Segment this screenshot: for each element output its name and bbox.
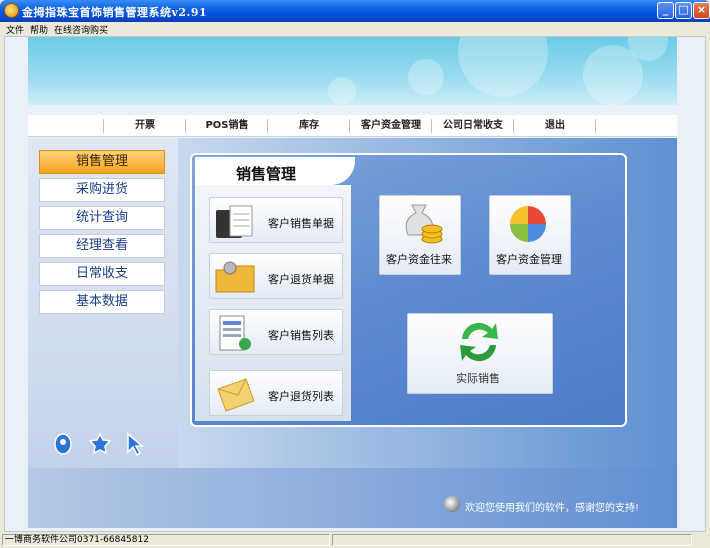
envelope-icon xyxy=(217,378,255,412)
maximize-button[interactable]: □ xyxy=(675,2,692,19)
menu-online-purchase[interactable]: 在线咨询购买 xyxy=(54,23,108,36)
card-customer-funds-transactions[interactable]: 客户资金往来 xyxy=(379,195,461,275)
card-label: 客户销售列表 xyxy=(268,329,334,342)
card-label: 客户退货单据 xyxy=(268,273,334,286)
spreadsheet-icon xyxy=(219,315,251,351)
card-label: 实际销售 xyxy=(456,372,500,385)
globe-icon xyxy=(444,496,460,512)
sidebar-item-statistics[interactable]: 统计查询 xyxy=(39,206,165,230)
minimize-button[interactable]: _ xyxy=(657,2,674,19)
qq-icon[interactable] xyxy=(52,432,74,458)
nav-inventory[interactable]: 库存 xyxy=(268,115,350,137)
menu-file[interactable]: 文件 xyxy=(6,23,24,36)
card-customer-return-receipt[interactable]: 客户退货单据 xyxy=(209,253,343,299)
card-label: 客户退货列表 xyxy=(268,390,334,403)
money-bag-icon xyxy=(405,204,443,244)
card-label: 客户销售单据 xyxy=(268,217,334,230)
document-briefcase-icon xyxy=(216,205,253,238)
nav-daily-expenses[interactable]: 公司日常收支 xyxy=(432,115,514,137)
refresh-icon xyxy=(460,322,498,362)
card-label: 客户资金往来 xyxy=(386,253,452,266)
sidebar-item-sales[interactable]: 销售管理 xyxy=(39,150,165,174)
close-button[interactable]: × xyxy=(693,2,710,19)
app-icon xyxy=(4,3,19,18)
sidebar-item-basic-data[interactable]: 基本数据 xyxy=(39,290,165,314)
folder-gear-icon xyxy=(215,261,255,293)
nav-pos-sales[interactable]: POS销售 xyxy=(186,115,268,137)
window-title: 金拇指珠宝首饰销售管理系统v2.91 xyxy=(22,6,208,19)
top-nav: 开票 POS销售 库存 客户资金管理 公司日常收支 退出 xyxy=(28,115,677,137)
nav-invoice[interactable]: 开票 xyxy=(104,115,186,137)
card-customer-sales-list[interactable]: 客户销售列表 xyxy=(209,309,343,355)
nav-exit[interactable]: 退出 xyxy=(514,115,596,137)
pie-chart-icon xyxy=(510,206,546,242)
header-banner xyxy=(28,37,677,105)
nav-customer-funds[interactable]: 客户资金管理 xyxy=(350,115,432,137)
status-bar: 一博商务软件公司0371-66845812 xyxy=(0,532,710,548)
status-company: 一博商务软件公司0371-66845812 xyxy=(2,534,330,546)
welcome-message: 欢迎您使用我们的软件，感谢您的支持! xyxy=(465,503,640,514)
card-customer-sales-receipt[interactable]: 客户销售单据 xyxy=(209,197,343,243)
settings-icon[interactable] xyxy=(88,432,112,458)
cursor-icon[interactable] xyxy=(125,432,145,458)
menu-bar: 文件 帮助 在线咨询购买 xyxy=(0,22,710,36)
menu-help[interactable]: 帮助 xyxy=(30,23,48,36)
panel-title: 销售管理 xyxy=(236,165,297,183)
sidebar-item-purchase[interactable]: 采购进货 xyxy=(39,178,165,202)
title-bar[interactable]: 金拇指珠宝首饰销售管理系统v2.91 _ □ × xyxy=(0,0,710,22)
card-actual-sales[interactable]: 实际销售 xyxy=(407,313,553,394)
card-customer-return-list[interactable]: 客户退货列表 xyxy=(209,370,343,416)
card-label: 客户资金管理 xyxy=(496,253,562,266)
sidebar-item-manager[interactable]: 经理查看 xyxy=(39,234,165,258)
sidebar-item-daily[interactable]: 日常收支 xyxy=(39,262,165,286)
card-customer-funds-management[interactable]: 客户资金管理 xyxy=(489,195,571,275)
